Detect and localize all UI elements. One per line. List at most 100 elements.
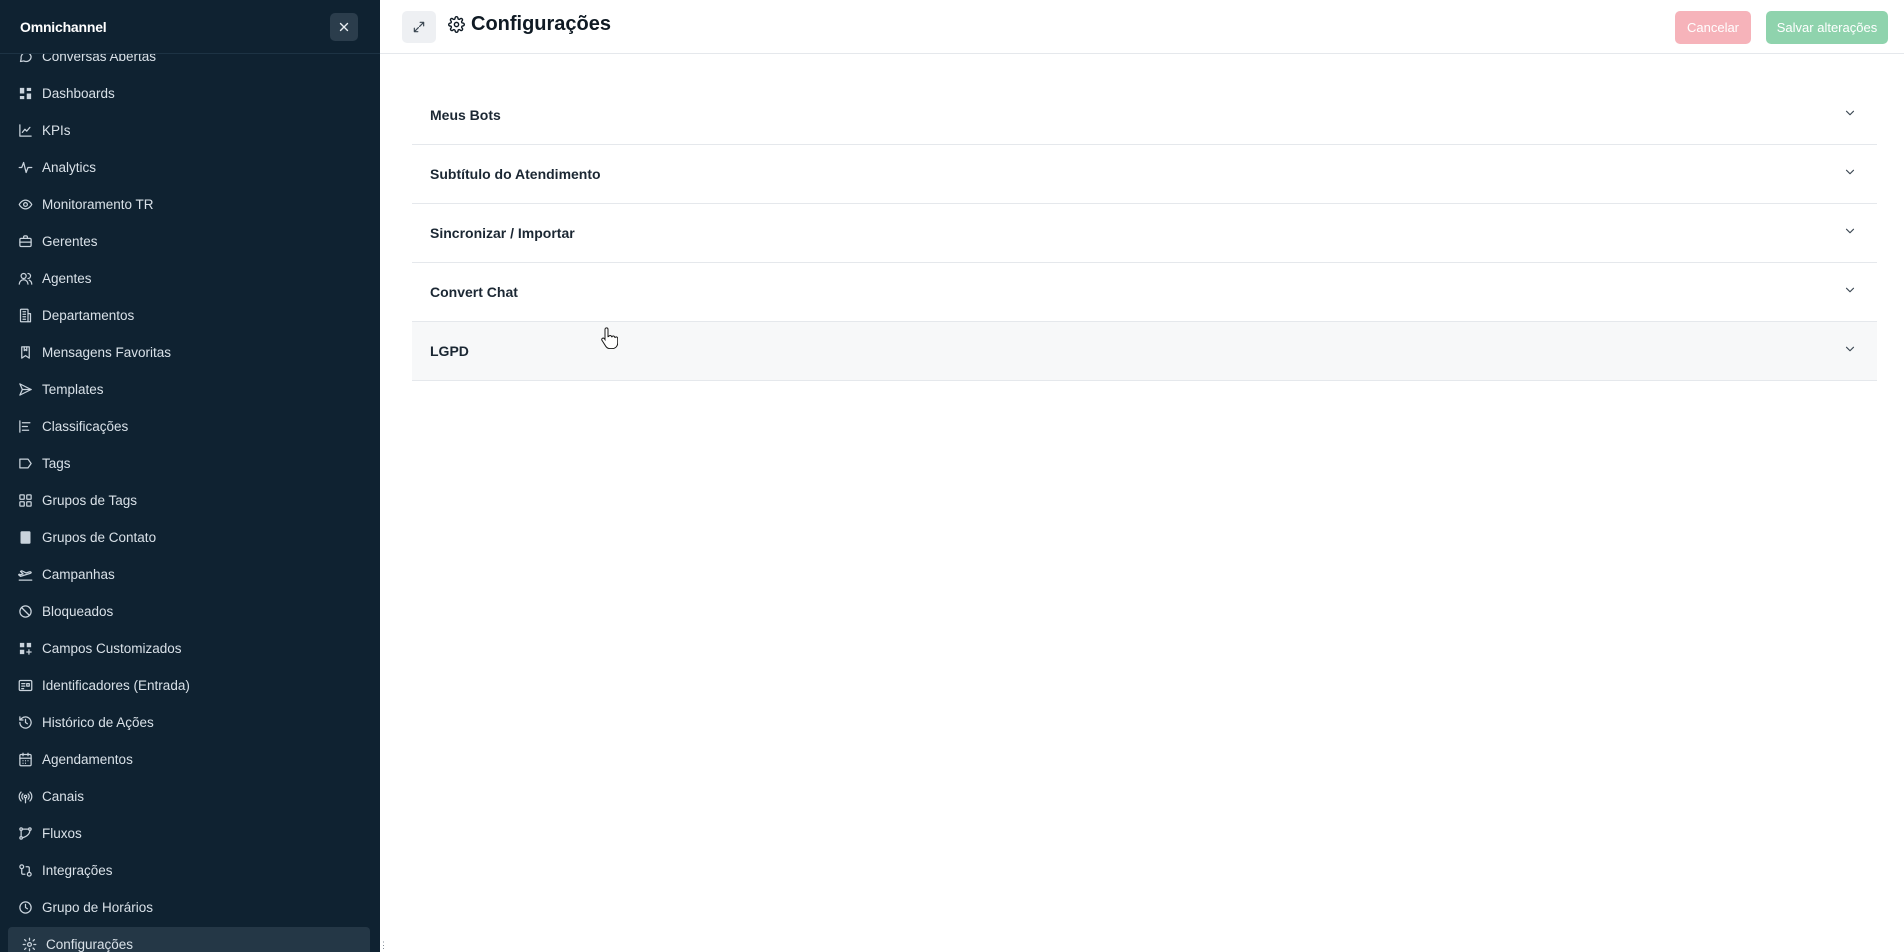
sidebar-item-label: Bloqueados [42, 604, 114, 619]
sidebar-item-label: Integrações [42, 863, 113, 878]
chevron-down-icon[interactable] [1843, 283, 1857, 302]
sidebar-item-tags[interactable]: Tags [0, 445, 380, 482]
sidebar-item-label: Tags [42, 456, 71, 471]
radio-tower-icon [18, 789, 33, 804]
sidebar-item-kpis[interactable]: KPIs [0, 112, 380, 149]
chat-icon [18, 54, 33, 64]
history-icon [18, 715, 33, 730]
sidebar-item-label: Canais [42, 789, 85, 804]
sidebar-item-label: Fluxos [42, 826, 82, 841]
sidebar-item-campanhas[interactable]: Campanhas [0, 556, 380, 593]
sidebar-item-label: Campanhas [42, 567, 115, 582]
sidebar-item-label: Departamentos [42, 308, 135, 323]
sidebar-item-monitoramento-tr[interactable]: Monitoramento TR [0, 186, 380, 223]
sidebar-item-departamentos[interactable]: Departamentos [0, 297, 380, 334]
tag-icon [18, 456, 33, 471]
accordion-section-title: LGPD [430, 343, 469, 359]
sidebar-item-grupos-de-contato[interactable]: Grupos de Contato [0, 519, 380, 556]
sidebar-item-canais[interactable]: Canais [0, 778, 380, 815]
accordion-section-title: Meus Bots [430, 107, 501, 123]
gear-icon [448, 16, 465, 33]
sidebar-item-mensagens-favoritas[interactable]: Mensagens Favoritas [0, 334, 380, 371]
sidebar-item-label: Dashboards [42, 86, 115, 101]
topbar: Configurações Cancelar Salvar alterações [380, 0, 1904, 54]
settings-accordion: Meus Bots Subtítulo do Atendimento Sincron… [412, 86, 1877, 381]
sidebar-item-label: Classificações [42, 419, 129, 434]
accordion-section-title: Sincronizar / Importar [430, 225, 575, 241]
accordion-section-title: Convert Chat [430, 284, 518, 300]
sidebar-item-analytics[interactable]: Analytics [0, 149, 380, 186]
sidebar-item-integracoes[interactable]: Integrações [0, 852, 380, 889]
sidebar-item-historico-de-acoes[interactable]: Histórico de Ações [0, 704, 380, 741]
expand-button[interactable] [402, 11, 436, 43]
sidebar-item-gerentes[interactable]: Gerentes [0, 223, 380, 260]
sidebar-list: Conversas Abertas Dashboards KPIs Analytics… [0, 54, 380, 952]
sidebar-item-templates[interactable]: Templates [0, 371, 380, 408]
id-card-icon [18, 678, 33, 693]
grid-icon [18, 493, 33, 508]
sidebar-item-campos-customizados[interactable]: Campos Customizados [0, 630, 380, 667]
accordion-section[interactable]: Subtítulo do Atendimento [412, 145, 1877, 204]
close-icon [339, 22, 349, 31]
eye-icon [18, 197, 33, 212]
line-chart-icon [18, 123, 33, 138]
save-changes-button[interactable]: Salvar alterações [1766, 11, 1888, 44]
sidebar-item-label: Identificadores (Entrada) [42, 678, 190, 693]
hand-cursor-icon [601, 327, 618, 349]
sidebar-item-label: Histórico de Ações [42, 715, 154, 730]
sidebar-item-label: Grupo de Horários [42, 900, 154, 915]
workflow-icon [18, 826, 33, 841]
sidebar-item-label: Agentes [42, 271, 92, 286]
chevron-down-icon[interactable] [1843, 165, 1857, 184]
sidebar-item-fluxos[interactable]: Fluxos [0, 815, 380, 852]
sidebar-item-conversas-abertas[interactable]: Conversas Abertas [0, 54, 380, 75]
expand-icon [413, 21, 425, 33]
accordion-section[interactable]: LGPD [412, 322, 1877, 381]
chevron-down-icon[interactable] [1843, 224, 1857, 243]
sidebar-item-label: Configurações [46, 937, 134, 952]
sidebar-item-classificacoes[interactable]: Classificações [0, 408, 380, 445]
accordion-section[interactable]: Convert Chat [412, 263, 1877, 322]
activity-icon [18, 160, 33, 175]
chevron-down-icon[interactable] [1843, 106, 1857, 125]
sidebar-item-label: Grupos de Tags [42, 493, 138, 508]
sidebar-item-label: Agendamentos [42, 752, 133, 767]
accordion-section[interactable]: Sincronizar / Importar [412, 204, 1877, 263]
close-sidebar-button[interactable] [330, 12, 358, 41]
sidebar-nav: Conversas Abertas Dashboards KPIs Analytics… [0, 54, 380, 952]
sidebar-item-grupo-de-horarios[interactable]: Grupo de Horários [0, 889, 380, 926]
sidebar-item-label: Grupos de Contato [42, 530, 157, 545]
sidebar-header: Omnichannel [0, 0, 380, 54]
sidebar-item-label: KPIs [42, 123, 71, 138]
brand-title: Omnichannel [20, 18, 107, 35]
sidebar-item-dashboards[interactable]: Dashboards [0, 75, 380, 112]
resize-handle[interactable]: ⋮ [379, 940, 388, 951]
sidebar-item-identificadores[interactable]: Identificadores (Entrada) [0, 667, 380, 704]
contact-book-icon [18, 530, 33, 545]
sidebar-item-configuracoes[interactable]: Configurações [8, 927, 370, 952]
calendar-icon [18, 752, 33, 767]
sidebar-item-label: Monitoramento TR [42, 197, 154, 212]
sidebar-item-agentes[interactable]: Agentes [0, 260, 380, 297]
sidebar-item-label: Analytics [42, 160, 97, 175]
sidebar-item-label: Campos Customizados [42, 641, 182, 656]
dashboard-grid-icon [18, 86, 33, 101]
clock-icon [18, 900, 33, 915]
sidebar-item-bloqueados[interactable]: Bloqueados [0, 593, 380, 630]
page-title-text: Configurações [471, 13, 612, 35]
cancel-button[interactable]: Cancelar [1675, 11, 1751, 44]
sidebar-item-label: Mensagens Favoritas [42, 345, 172, 360]
align-bars-icon [18, 419, 33, 434]
plane-takeoff-icon [18, 567, 33, 582]
accordion-section[interactable]: Meus Bots [412, 86, 1877, 145]
briefcase-icon [18, 234, 33, 249]
gear-icon [22, 937, 37, 952]
chevron-down-icon[interactable] [1843, 342, 1857, 361]
sidebar-item-grupos-de-tags[interactable]: Grupos de Tags [0, 482, 380, 519]
page-title: Configurações [448, 13, 611, 36]
bookmark-icon [18, 345, 33, 360]
building-icon [18, 308, 33, 323]
sidebar-item-agendamentos[interactable]: Agendamentos [0, 741, 380, 778]
send-icon [18, 382, 33, 397]
grid-plus-icon [18, 641, 33, 656]
